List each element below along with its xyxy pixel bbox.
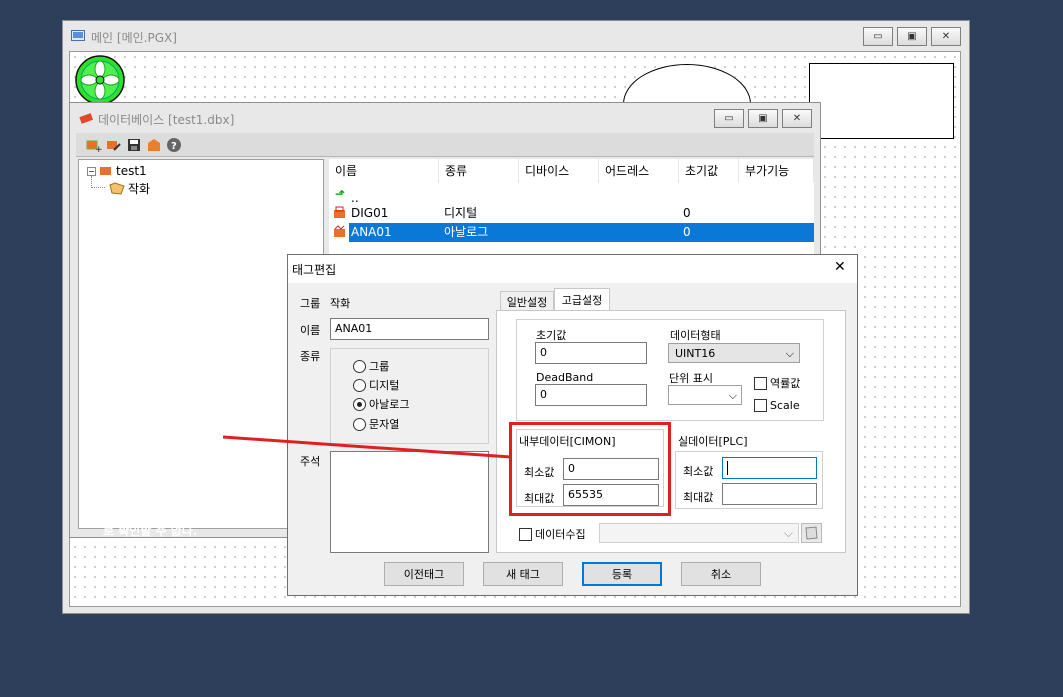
annotation-arrow [222,435,511,459]
annotation-highlight-box [509,422,671,516]
